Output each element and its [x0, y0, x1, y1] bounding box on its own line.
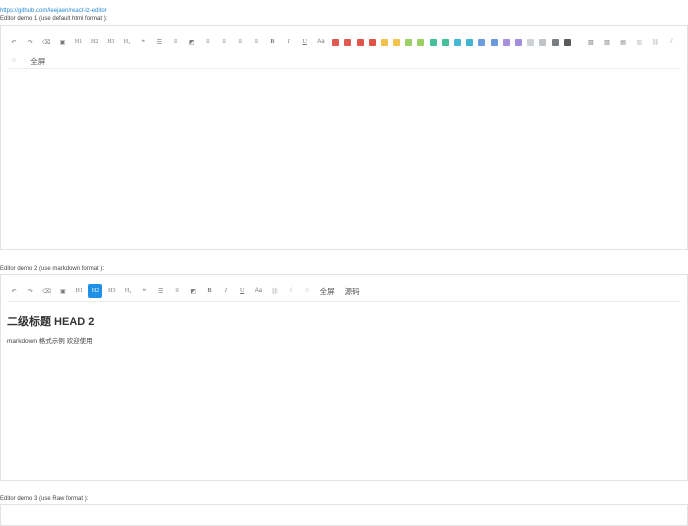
editor2-toolbar: ↶ ↷ ⌫ ▣ H1 H2 H3 H₄ ❝ ☰ ≡ ◩ B I U Aa ⛓ ⫽…	[7, 284, 681, 298]
heading4-button[interactable]: H₄	[120, 35, 134, 49]
bold-button[interactable]: B	[266, 35, 280, 49]
ordered-list-icon[interactable]: ≡	[170, 284, 184, 298]
demo1-label: Editor demo 1 (use default html format )…	[0, 16, 108, 22]
color-swatch[interactable]	[441, 38, 449, 46]
bold-button[interactable]: B	[203, 284, 217, 298]
emoji-icon[interactable]: ☺	[300, 284, 314, 298]
heading1-button[interactable]: H1	[72, 284, 86, 298]
align-justify-icon[interactable]: ≡	[249, 35, 263, 49]
paste-icon[interactable]: ▣	[55, 35, 69, 49]
heading3-button[interactable]: H3	[105, 284, 119, 298]
audio-icon[interactable]: ▥	[632, 35, 646, 49]
color-swatch[interactable]	[332, 38, 340, 46]
editor1-content[interactable]	[7, 72, 681, 245]
align-center-icon[interactable]: ≡	[217, 35, 231, 49]
paste-icon[interactable]: ▣	[56, 284, 70, 298]
unlink-icon[interactable]: ⫽	[284, 284, 298, 298]
fullscreen-button[interactable]: 全屏	[317, 286, 338, 297]
editor-demo-3[interactable]	[0, 504, 688, 526]
heading3-button[interactable]: H3	[104, 35, 118, 49]
content-paragraph: markdown 格式示例 欢迎使用	[7, 338, 93, 345]
content-heading: 二级标题 HEAD 2	[7, 316, 95, 328]
color-palette	[332, 38, 576, 46]
color-swatch[interactable]	[539, 38, 547, 46]
toolbar-divider	[7, 301, 681, 302]
clear-format-icon[interactable]: ⌫	[39, 35, 53, 49]
link-icon[interactable]: ⛓	[649, 35, 663, 49]
color-swatch[interactable]	[563, 38, 571, 46]
align-left-icon[interactable]: ≡	[201, 35, 215, 49]
source-code-button[interactable]: 源码	[342, 286, 363, 297]
heading2-button[interactable]: H2	[88, 284, 103, 298]
demo2-label: Editor demo 2 (use markdown format ):	[0, 266, 105, 272]
underline-button[interactable]: U	[298, 35, 312, 49]
undo-icon[interactable]: ↶	[7, 35, 21, 49]
redo-icon[interactable]: ↷	[23, 35, 37, 49]
underline-button[interactable]: U	[235, 284, 249, 298]
image-icon[interactable]: ▨	[584, 35, 598, 49]
italic-button[interactable]: I	[282, 35, 296, 49]
redo-icon[interactable]: ↷	[23, 284, 37, 298]
link-icon[interactable]: ⛓	[268, 284, 282, 298]
editor2-content[interactable]: 二级标题 HEAD 2 markdown 格式示例 欢迎使用	[7, 313, 681, 476]
color-swatch[interactable]	[344, 38, 352, 46]
github-link[interactable]: https://github.com/leejaen/react-lz-edit…	[0, 8, 107, 14]
video-icon[interactable]: ▤	[616, 35, 630, 49]
color-swatch[interactable]	[514, 38, 522, 46]
undo-icon[interactable]: ↶	[7, 284, 21, 298]
color-swatch[interactable]	[393, 38, 401, 46]
color-swatch[interactable]	[551, 38, 559, 46]
editor1-toolbar: ↶ ↷ ⌫ ▣ H1 H2 H3 H₄ ❝ ☰ ≡ ◩ ≡ ≡ ≡ ≡ B I …	[7, 35, 681, 49]
color-swatch[interactable]	[356, 38, 364, 46]
color-swatch[interactable]	[527, 38, 535, 46]
editor-demo-1[interactable]: ↶ ↷ ⌫ ▣ H1 H2 H3 H₄ ❝ ☰ ≡ ◩ ≡ ≡ ≡ ≡ B I …	[0, 25, 688, 250]
blockquote-icon[interactable]: ❝	[137, 284, 151, 298]
color-swatch[interactable]	[454, 38, 461, 46]
color-swatch[interactable]	[490, 38, 498, 46]
heading1-button[interactable]: H1	[72, 35, 86, 49]
italic-button[interactable]: I	[219, 284, 233, 298]
demo3-label: Editor demo 3 (use Raw format ):	[0, 496, 89, 502]
toolbar-divider	[7, 68, 681, 69]
emoji-icon[interactable]: ☺	[7, 54, 21, 68]
unordered-list-icon[interactable]: ☰	[152, 35, 166, 49]
color-swatch[interactable]	[380, 38, 388, 46]
heading2-button[interactable]: H2	[88, 35, 102, 49]
code-block-icon[interactable]: ◩	[185, 35, 199, 49]
align-right-icon[interactable]: ≡	[233, 35, 247, 49]
editor1-toolbar-row2: ☺ 全屏	[7, 54, 681, 68]
font-color-icon[interactable]: Aa	[314, 35, 328, 49]
color-swatch[interactable]	[368, 38, 376, 46]
color-swatch[interactable]	[502, 38, 510, 46]
ordered-list-icon[interactable]: ≡	[169, 35, 183, 49]
color-swatch[interactable]	[478, 38, 486, 46]
font-color-icon[interactable]: Aa	[251, 284, 265, 298]
unlink-icon[interactable]: ⫽	[665, 35, 679, 49]
fullscreen-button[interactable]: 全屏	[27, 56, 48, 67]
heading4-button[interactable]: H₄	[121, 284, 135, 298]
clear-format-icon[interactable]: ⌫	[40, 284, 54, 298]
color-swatch[interactable]	[466, 38, 474, 46]
blockquote-icon[interactable]: ❝	[136, 35, 150, 49]
editor-demo-2[interactable]: ↶ ↷ ⌫ ▣ H1 H2 H3 H₄ ❝ ☰ ≡ ◩ B I U Aa ⛓ ⫽…	[0, 274, 688, 481]
color-swatch[interactable]	[429, 38, 437, 46]
code-block-icon[interactable]: ◩	[186, 284, 200, 298]
unordered-list-icon[interactable]: ☰	[154, 284, 168, 298]
picture-icon[interactable]: ▧	[600, 35, 614, 49]
color-swatch[interactable]	[405, 38, 413, 46]
color-swatch[interactable]	[417, 38, 425, 46]
